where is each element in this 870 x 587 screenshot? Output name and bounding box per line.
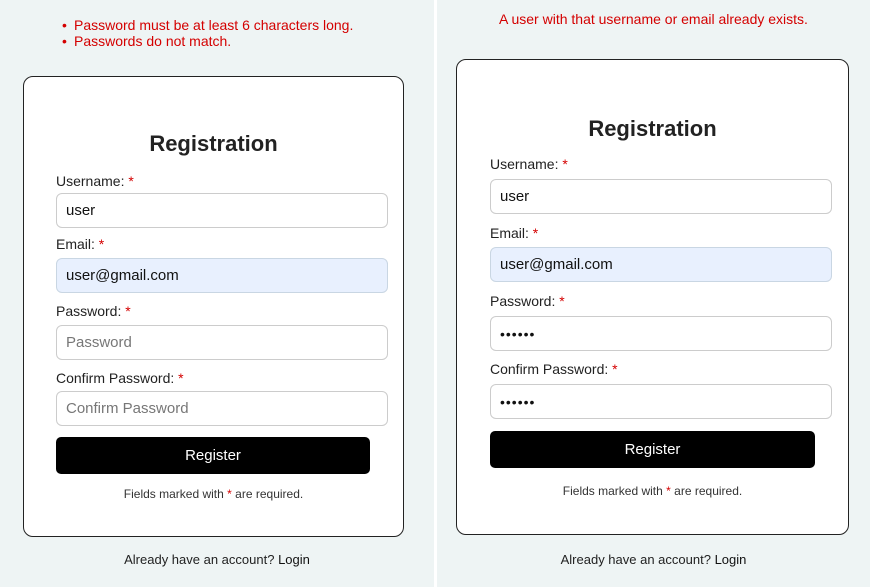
required-fields-note: Fields marked with * are required. [123,487,304,501]
login-link[interactable]: Login [278,552,310,567]
right-registration-panel: A user with that username or email alrea… [437,0,870,587]
login-prompt: Already have an account? Login [124,552,310,567]
register-button[interactable]: Register [490,431,815,468]
page-title: Registration [588,116,717,141]
password-label: Password: * [490,293,565,309]
login-prompt: Already have an account? Login [560,552,747,567]
username-label: Username: * [490,156,568,172]
required-marker: * [227,487,232,501]
required-marker: * [128,173,134,189]
confirm-password-label: Confirm Password: * [56,370,184,386]
left-registration-panel: Password must be at least 6 characters l… [0,0,434,587]
required-marker: * [532,225,539,241]
username-input[interactable] [490,179,832,214]
required-marker: * [178,370,184,386]
email-label: Email: * [490,225,539,241]
registration-card: Registration Username: * Email: * Passwo… [456,59,849,535]
register-button[interactable]: Register [56,437,370,474]
required-fields-note: Fields marked with * are required. [562,484,743,498]
error-message: Password must be at least 6 characters l… [62,17,353,33]
confirm-password-input[interactable] [56,391,388,426]
login-link[interactable]: Login [715,552,747,567]
required-marker: * [125,303,131,319]
error-message: Passwords do not match. [62,33,353,49]
confirm-password-input[interactable] [490,384,832,419]
error-message: A user with that username or email alrea… [499,11,808,27]
required-marker: * [562,156,568,172]
username-input[interactable] [56,193,388,228]
registration-card: Registration Username: * Email: * Passwo… [23,76,404,537]
page-title: Registration [149,131,278,156]
error-list: Password must be at least 6 characters l… [62,17,353,49]
required-marker: * [612,361,618,377]
password-label: Password: * [56,303,131,319]
required-marker: * [666,484,671,498]
required-marker: * [559,293,565,309]
password-input[interactable] [56,325,388,360]
confirm-password-label: Confirm Password: * [490,361,618,377]
email-input[interactable] [490,247,832,282]
password-input[interactable] [490,316,832,351]
username-label: Username: * [56,173,134,189]
email-input[interactable] [56,258,388,293]
required-marker: * [98,236,105,252]
email-label: Email: * [56,236,105,252]
